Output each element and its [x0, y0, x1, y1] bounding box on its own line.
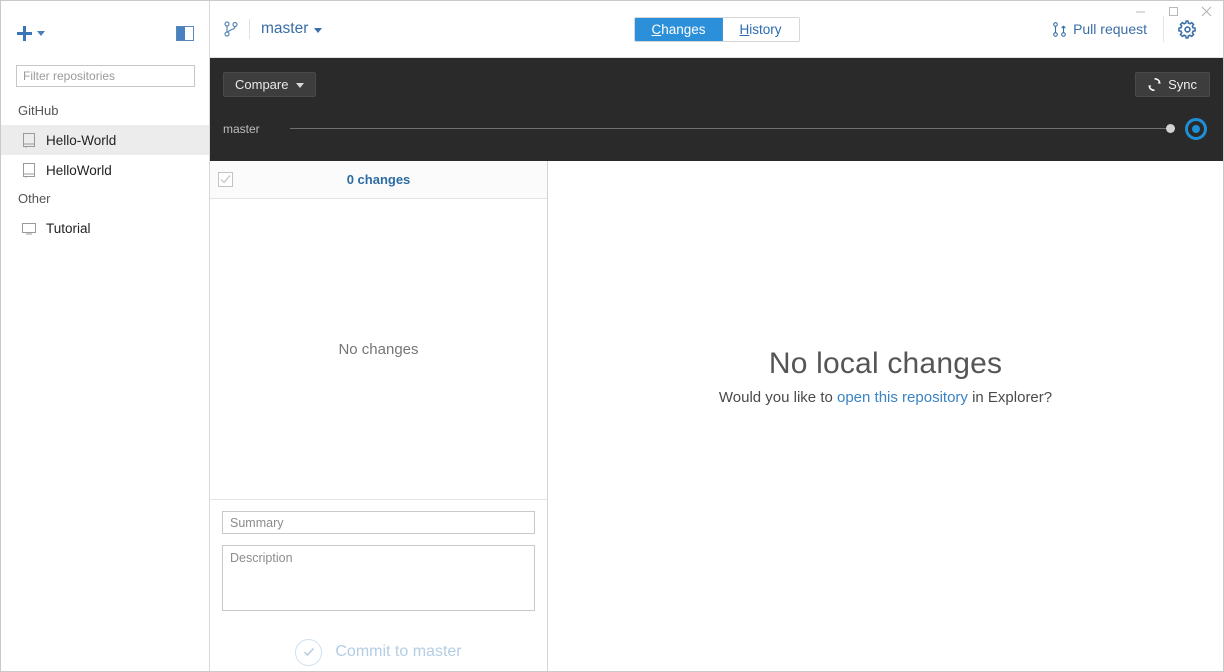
empty-state-subtitle: Would you like to open this repository i… [719, 389, 1052, 406]
pull-request-icon [1053, 21, 1066, 37]
sidebar-toggle-icon[interactable] [176, 25, 194, 41]
lower-panels: 0 changes No changes Commit t [210, 161, 1223, 671]
timeline-commit-dot [1166, 124, 1175, 133]
repo-group-label-other: Other [18, 191, 51, 206]
tab-changes[interactable]: Changes [634, 17, 723, 41]
add-repository-button[interactable] [17, 25, 45, 41]
pull-request-button[interactable]: Pull request [1053, 21, 1163, 37]
sidebar-toolbar [1, 1, 209, 65]
commit-form: Commit to master [210, 500, 547, 671]
chevron-down-icon [314, 27, 323, 33]
sync-button[interactable]: Sync [1135, 72, 1210, 97]
repository-toolbar: master Changes History Pull request [210, 1, 1223, 58]
content-column: master Changes History Pull request Comp… [210, 1, 1223, 671]
repo-item-label: Tutorial [46, 220, 91, 236]
pull-request-label: Pull request [1073, 21, 1147, 37]
repo-item-helloworld[interactable]: HelloWorld [1, 155, 209, 185]
plus-icon [17, 25, 32, 41]
tab-history-accel: H [739, 21, 750, 37]
maximize-button[interactable] [1157, 1, 1190, 22]
repo-group-label-github: GitHub [18, 103, 59, 118]
main-content: No local changes Would you like to open … [548, 161, 1223, 671]
empty-state-title: No local changes [768, 346, 1003, 380]
repository-icon [23, 132, 35, 148]
monitor-icon [22, 222, 36, 234]
main-layout: GitHub Hello-World HelloWorld [1, 1, 1223, 671]
sync-icon [1148, 78, 1161, 91]
check-circle-icon [295, 638, 323, 666]
branch-selector[interactable]: master [224, 19, 323, 39]
filter-row [1, 65, 209, 97]
timeline-track[interactable] [290, 116, 1209, 142]
view-tabs: Changes History [633, 16, 800, 42]
compare-bar: Compare Sync master [210, 58, 1223, 161]
commit-button[interactable]: Commit to master [222, 633, 535, 671]
changes-count-label: 0 changes [346, 172, 411, 187]
close-button[interactable] [1190, 1, 1223, 22]
sync-button-label: Sync [1168, 77, 1197, 92]
current-branch-label: master [261, 20, 309, 37]
compare-button[interactable]: Compare [223, 72, 317, 97]
changes-empty-state: No changes [210, 199, 547, 500]
open-repository-link[interactable]: open this repository [837, 389, 968, 406]
changes-panel: 0 changes No changes Commit t [210, 161, 548, 671]
repository-sidebar: GitHub Hello-World HelloWorld [1, 1, 210, 671]
minimize-button[interactable] [1124, 1, 1157, 22]
tab-changes-accel: C [651, 21, 662, 37]
chevron-down-icon [37, 30, 45, 36]
timeline-branch-label: master [223, 122, 260, 136]
repo-item-label: Hello-World [46, 132, 117, 148]
branch-timeline: master [210, 116, 1223, 142]
current-branch[interactable]: master [261, 20, 323, 38]
timeline-head-node[interactable] [1185, 118, 1207, 140]
select-all-checkbox[interactable] [218, 172, 233, 187]
toolbar-divider [249, 19, 250, 39]
gear-icon [1177, 19, 1196, 39]
tab-history-rest: istory [749, 21, 782, 37]
github-desktop-window: GitHub Hello-World HelloWorld [0, 0, 1224, 672]
commit-summary-input[interactable] [222, 511, 535, 534]
window-controls [1124, 1, 1223, 22]
changes-header: 0 changes [210, 161, 547, 199]
repo-item-tutorial[interactable]: Tutorial [1, 213, 209, 243]
compare-button-label: Compare [235, 77, 289, 92]
branch-icon [224, 21, 238, 37]
tab-changes-rest: hanges [661, 21, 706, 37]
repo-item-hello-world[interactable]: Hello-World [1, 125, 209, 155]
repository-icon [23, 162, 35, 178]
repository-list: GitHub Hello-World HelloWorld Other Tuto… [1, 97, 209, 671]
timeline-line [290, 128, 1167, 129]
subtitle-text-before: Would you like to [718, 388, 837, 406]
subtitle-text-after: in Explorer? [967, 388, 1053, 406]
tab-history[interactable]: History [722, 17, 799, 41]
repo-item-label: HelloWorld [46, 162, 112, 178]
commit-description-input[interactable] [222, 545, 535, 611]
check-icon [220, 175, 231, 184]
chevron-down-icon [296, 83, 305, 88]
commit-button-label: Commit to master [335, 643, 462, 660]
filter-repositories-input[interactable] [16, 65, 195, 87]
